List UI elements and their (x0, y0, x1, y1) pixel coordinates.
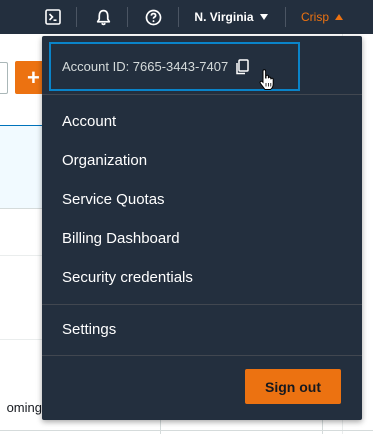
nav-separator (178, 7, 179, 27)
region-label: N. Virginia (194, 10, 254, 24)
menu-item-settings[interactable]: Settings (62, 319, 116, 341)
account-id: Account ID: 7665-3443-7407 (62, 59, 229, 74)
hand-pointer-icon (258, 69, 276, 91)
menu-item-billing-dashboard[interactable]: Billing Dashboard (62, 228, 180, 250)
nav-separator (285, 7, 286, 27)
background-divider (0, 430, 373, 431)
copy-icon[interactable] (235, 58, 249, 75)
menu-divider (42, 355, 362, 356)
cloudshell-icon (45, 9, 61, 25)
top-navigation-bar: N. Virginia Crisp (0, 0, 373, 34)
account-name: Crisp (300, 10, 329, 24)
nav-separator (76, 7, 77, 27)
cloudshell-button[interactable] (40, 0, 66, 34)
menu-item-organization[interactable]: Organization (62, 150, 147, 172)
account-dropdown-menu: Account ID: 7665-3443-7407 Account Organ… (42, 36, 362, 420)
help-button[interactable] (140, 0, 166, 34)
bell-icon (96, 9, 110, 25)
help-icon (145, 9, 161, 25)
notifications-button[interactable] (90, 0, 116, 34)
account-menu-button[interactable]: Crisp (296, 0, 348, 34)
sign-out-button[interactable]: Sign out (245, 369, 341, 404)
region-selector[interactable]: N. Virginia (189, 0, 273, 34)
menu-item-service-quotas[interactable]: Service Quotas (62, 189, 165, 211)
menu-divider (42, 304, 362, 305)
menu-divider (42, 94, 362, 95)
background-add-button[interactable]: + (15, 61, 45, 94)
caret-down-icon (259, 14, 268, 20)
background-partial-text: oming (6, 400, 42, 415)
menu-item-account[interactable]: Account (62, 111, 116, 133)
background-input[interactable] (0, 62, 8, 94)
menu-item-security-credentials[interactable]: Security credentials (62, 267, 193, 289)
nav-separator (127, 7, 128, 27)
account-id-row: Account ID: 7665-3443-7407 (49, 42, 300, 91)
caret-up-icon (335, 14, 343, 20)
